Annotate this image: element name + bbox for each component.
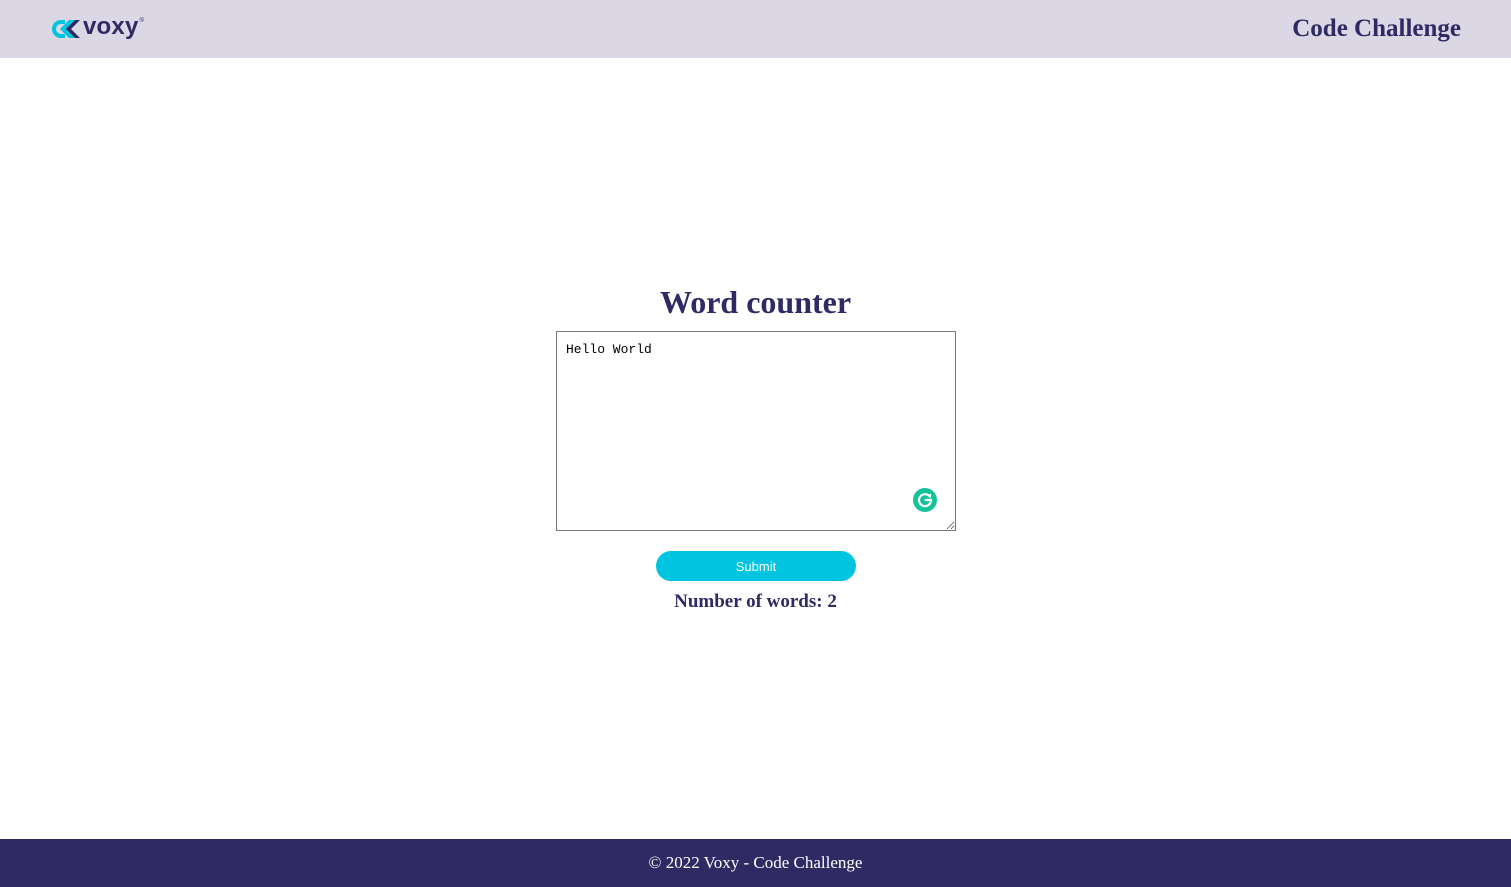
logo-registered-mark: ® — [139, 18, 144, 24]
header-title: Code Challenge — [1292, 15, 1461, 42]
word-count-value: 2 — [827, 591, 837, 612]
word-count-label: Number of words: — [674, 591, 823, 612]
logo-wordmark: voxy — [83, 13, 139, 40]
footer-copyright: © 2022 Voxy - Code Challenge — [648, 853, 863, 872]
voxy-logo-icon — [52, 20, 80, 38]
voxy-logo[interactable]: voxy ® — [50, 13, 144, 43]
page-footer: © 2022 Voxy - Code Challenge — [0, 839, 1511, 887]
word-count-result: Number of words: 2 — [0, 590, 1511, 614]
grammarly-icon[interactable] — [913, 488, 937, 512]
word-input-textarea[interactable] — [556, 331, 956, 531]
top-header: voxy ® Code Challenge — [0, 0, 1511, 58]
grammarly-g-glyph — [917, 493, 933, 508]
page-title: Word counter — [659, 284, 852, 320]
submit-button[interactable]: Submit — [656, 551, 856, 581]
